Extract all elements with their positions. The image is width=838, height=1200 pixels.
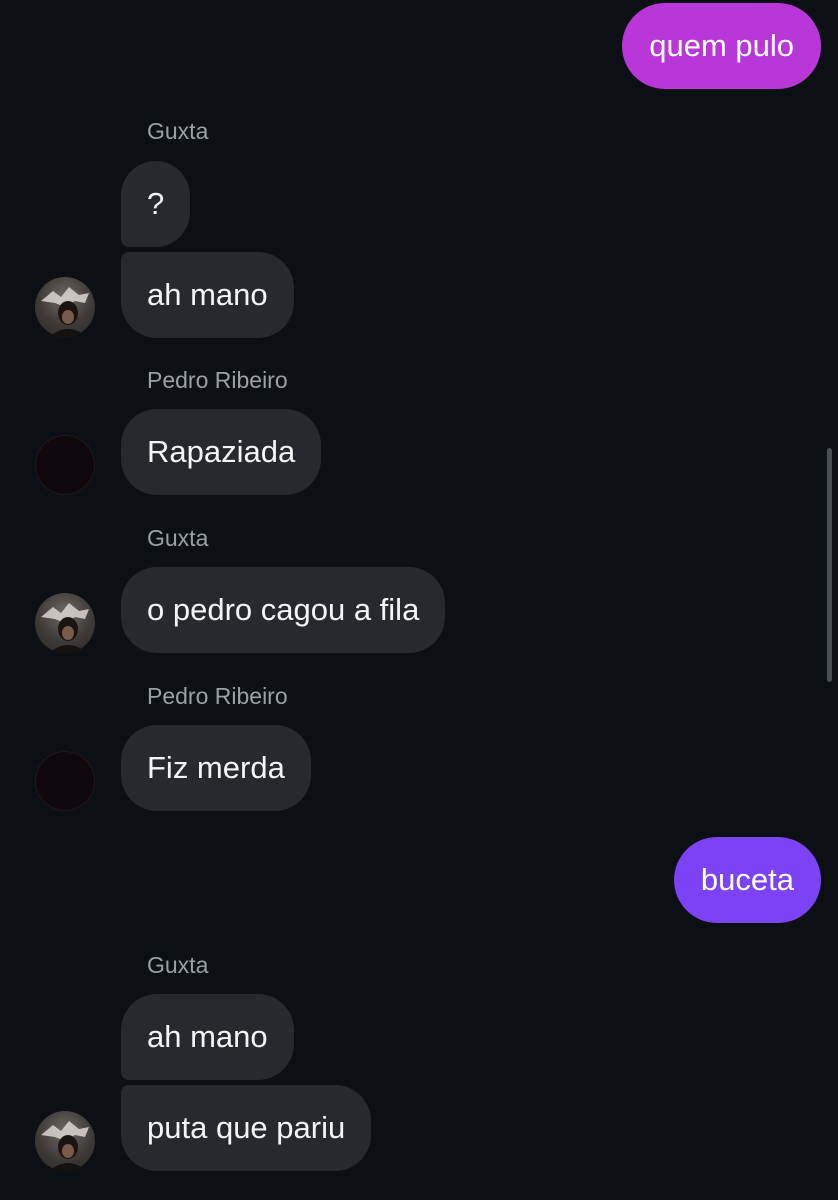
incoming-message-bubble[interactable]: Rapaziada	[121, 409, 322, 495]
incoming-message-bubble[interactable]: Fiz merda	[121, 725, 311, 811]
message-text: buceta	[700, 862, 794, 897]
message-text: ah mano	[147, 277, 268, 312]
profile-photo-icon	[41, 287, 89, 337]
message-text: ?	[147, 186, 165, 221]
outgoing-message-bubble[interactable]: quem pulo	[622, 3, 821, 89]
avatar-guxta[interactable]	[35, 277, 95, 337]
outgoing-message-bubble[interactable]: buceta	[673, 837, 821, 923]
incoming-message-bubble[interactable]: ah mano	[121, 994, 294, 1080]
incoming-message-bubble[interactable]: puta que pariu	[121, 1085, 372, 1171]
message-text: ah mano	[147, 1019, 268, 1054]
incoming-message-bubble[interactable]: ah mano	[121, 252, 294, 338]
sender-name: Pedro Ribeiro	[147, 367, 288, 393]
sender-name: Pedro Ribeiro	[147, 683, 288, 709]
avatar-pedro-ribeiro[interactable]	[35, 435, 95, 495]
avatar-pedro-ribeiro[interactable]	[35, 751, 95, 811]
message-text: Rapaziada	[147, 434, 296, 469]
sender-name: Guxta	[147, 118, 209, 144]
avatar-guxta[interactable]	[35, 593, 95, 653]
sender-name: Guxta	[147, 525, 209, 551]
profile-photo-icon	[41, 603, 89, 653]
scrollbar[interactable]	[827, 448, 832, 682]
message-text: o pedro cagou a fila	[147, 592, 420, 627]
message-text: Fiz merda	[147, 750, 285, 785]
message-text: quem pulo	[649, 28, 794, 63]
incoming-message-bubble[interactable]: o pedro cagou a fila	[121, 567, 446, 653]
message-text: puta que pariu	[147, 1110, 346, 1145]
incoming-message-bubble[interactable]: ?	[121, 161, 191, 247]
avatar-guxta[interactable]	[35, 1111, 95, 1171]
sender-name: Guxta	[147, 952, 209, 978]
profile-photo-icon	[41, 1121, 89, 1171]
